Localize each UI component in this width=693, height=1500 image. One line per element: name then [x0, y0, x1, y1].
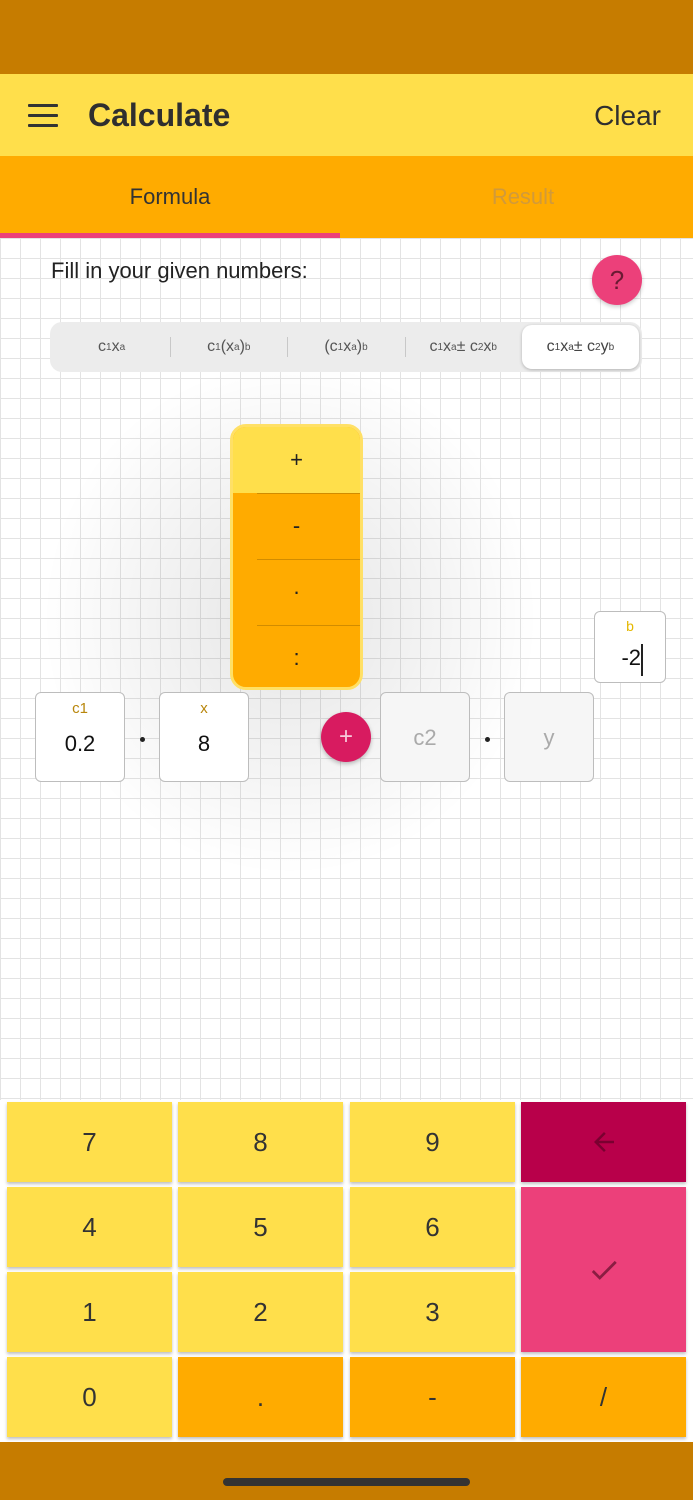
operator-button[interactable]: + [321, 712, 371, 762]
operator-option-plus[interactable]: + [233, 427, 360, 493]
field-label: b [626, 618, 634, 634]
formula-option-c1xa-c2yb[interactable]: c1xa ± c2yb [521, 325, 640, 369]
key-5[interactable]: 5 [178, 1187, 343, 1267]
clear-button[interactable]: Clear [594, 96, 661, 136]
exponent-b-field[interactable]: b -2 [594, 611, 666, 683]
key-3[interactable]: 3 [350, 1272, 515, 1352]
multiply-dot [140, 737, 145, 742]
backspace-key[interactable] [521, 1102, 686, 1182]
formula-option-c1xa-c2xb[interactable]: c1xa ± c2xb [404, 325, 522, 369]
instructions-text: Fill in your given numbers: [51, 258, 308, 283]
arrow-left-icon [593, 1132, 614, 1152]
multiply-dot [485, 737, 490, 742]
x-field[interactable]: x 8 [159, 692, 249, 782]
field-value: 8 [197, 731, 211, 756]
c1-field[interactable]: c1 0.2 [35, 692, 125, 782]
text-caret [641, 644, 643, 676]
key-1[interactable]: 1 [7, 1272, 172, 1352]
key-8[interactable]: 8 [178, 1102, 343, 1182]
navigation-bar [0, 1442, 693, 1500]
help-button[interactable]: ? [592, 255, 642, 305]
key-slash[interactable]: / [521, 1357, 686, 1437]
field-placeholder: y [543, 725, 555, 750]
formula-type-selector: c1xa c 1 (x a) b (c 1 x a) b c1xa ± c2xb c1xa ± … [50, 322, 642, 372]
home-indicator[interactable] [223, 1478, 470, 1486]
hamburger-menu-icon[interactable] [22, 96, 64, 134]
numeric-keypad: 7 8 9 4 5 6 1 2 3 0 . - / [0, 1100, 693, 1442]
operator-option-divide[interactable]: : [233, 625, 360, 687]
operator-option-multiply[interactable]: · [233, 559, 360, 625]
field-value: -2 [621, 645, 641, 670]
operator-picker[interactable]: + - · : [230, 424, 363, 690]
tab-formula[interactable]: Formula [0, 156, 340, 238]
field-label: c1 [72, 700, 88, 717]
key-2[interactable]: 2 [178, 1272, 343, 1352]
key-7[interactable]: 7 [7, 1102, 172, 1182]
app-bar: Calculate Clear [0, 74, 693, 156]
tab-bar: Formula Result [0, 156, 693, 238]
formula-option-c1xa[interactable]: c1xa [53, 325, 170, 369]
y-field[interactable]: y [504, 692, 594, 782]
key-decimal[interactable]: . [178, 1357, 343, 1437]
key-0[interactable]: 0 [7, 1357, 172, 1437]
formula-content: Fill in your given numbers: ? c1xa c 1 (x a… [0, 238, 693, 1100]
field-value: 0.2 [64, 731, 96, 756]
key-9[interactable]: 9 [350, 1102, 515, 1182]
key-6[interactable]: 6 [350, 1187, 515, 1267]
formula-option-c1xa-b[interactable]: (c 1 x a) b [287, 325, 404, 369]
key-4[interactable]: 4 [7, 1187, 172, 1267]
formula-option-c1-xa-b[interactable]: c 1 (x a) b [170, 325, 287, 369]
check-icon [591, 1260, 617, 1280]
field-placeholder: c2 [413, 725, 437, 750]
operator-option-minus[interactable]: - [233, 493, 360, 559]
confirm-key[interactable] [521, 1187, 686, 1352]
status-bar [0, 0, 693, 74]
tab-result[interactable]: Result [353, 156, 693, 238]
key-minus[interactable]: - [350, 1357, 515, 1437]
app-title: Calculate [88, 97, 231, 133]
c2-field[interactable]: c2 [380, 692, 470, 782]
field-label: x [200, 700, 208, 717]
